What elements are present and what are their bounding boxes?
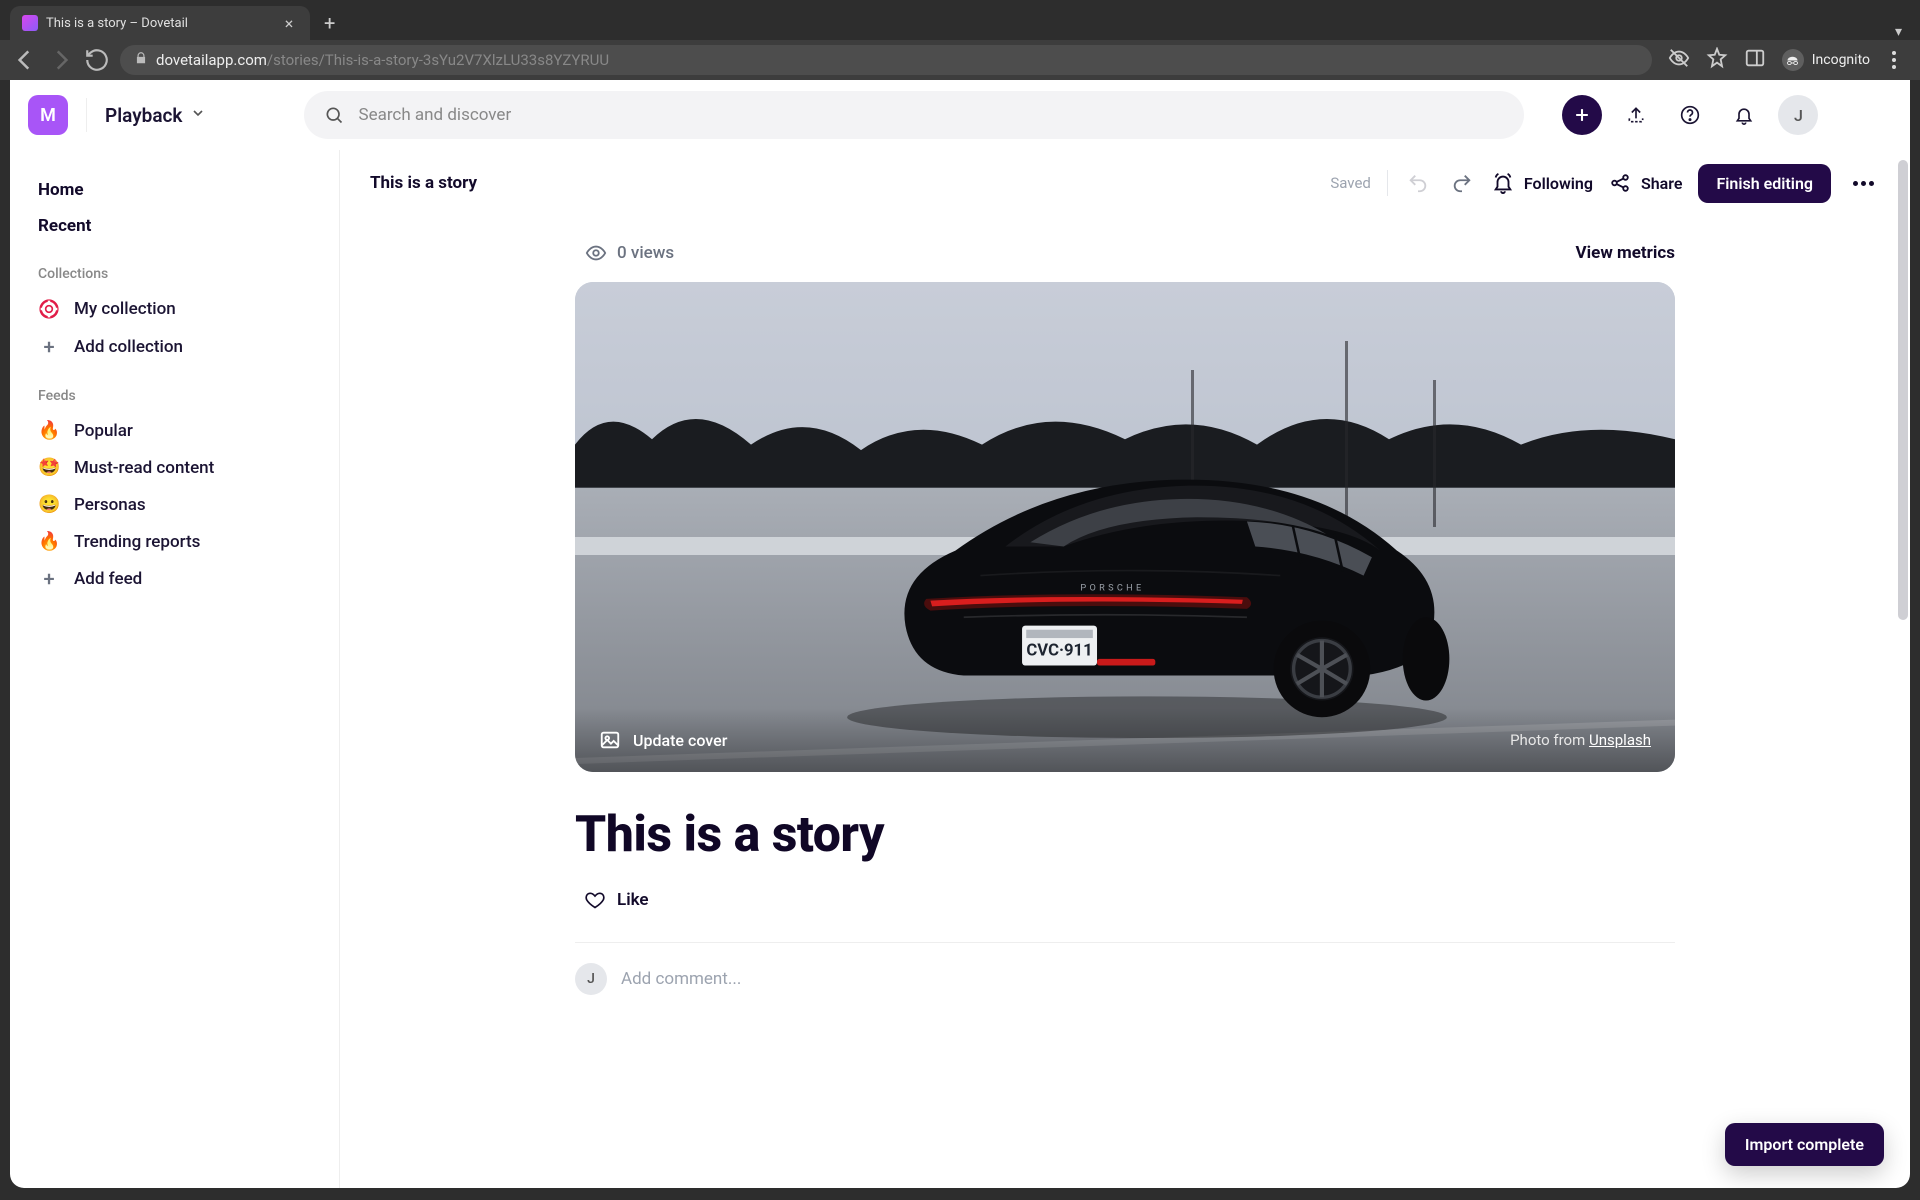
favicon <box>22 15 38 31</box>
update-cover-label: Update cover <box>633 731 727 750</box>
sidebar-item-label: Must-read content <box>74 458 214 478</box>
scrollbar[interactable] <box>1898 160 1908 620</box>
redo-button[interactable] <box>1448 172 1476 194</box>
tabs-dropdown-icon[interactable]: ▾ <box>1877 24 1920 40</box>
plus-icon: + <box>38 568 60 590</box>
plus-icon: + <box>38 336 60 358</box>
sidebar-item-label: Add collection <box>74 337 183 357</box>
sidebar-section-collections: Collections <box>10 244 339 290</box>
grin-icon: 😀 <box>38 494 60 515</box>
notifications-button[interactable] <box>1724 95 1764 135</box>
workspace-avatar[interactable]: M <box>28 95 68 135</box>
photo-credit: Photo from Unsplash <box>1510 731 1651 749</box>
sidebar-section-feeds: Feeds <box>10 366 339 412</box>
flame-icon: 🔥 <box>38 420 60 441</box>
sidebar-item-label: Popular <box>74 421 133 441</box>
image-icon <box>599 729 621 751</box>
sidebar-add-feed[interactable]: + Add feed <box>10 560 339 598</box>
views-count: 0 views <box>617 243 674 263</box>
sidebar: Home Recent Collections My collection + … <box>10 150 340 1188</box>
following-button[interactable]: Following <box>1492 172 1593 194</box>
share-icon <box>1609 172 1631 194</box>
upload-button[interactable] <box>1616 95 1656 135</box>
sidebar-feed-must-read[interactable]: 🤩 Must-read content <box>10 449 339 486</box>
sidebar-feed-trending[interactable]: 🔥 Trending reports <box>10 523 339 560</box>
car-illustration: CVC·911 PORSCHE <box>751 409 1543 742</box>
following-label: Following <box>1524 174 1593 193</box>
sidebar-item-label: My collection <box>74 299 176 319</box>
like-label: Like <box>617 890 649 910</box>
comment-input[interactable] <box>621 969 1675 989</box>
lock-icon <box>134 51 148 69</box>
sidebar-item-recent[interactable]: Recent <box>10 208 339 244</box>
incognito-icon <box>1782 49 1804 71</box>
sidebar-feed-popular[interactable]: 🔥 Popular <box>10 412 339 449</box>
chevron-down-icon <box>190 105 206 125</box>
bookmark-star-icon[interactable] <box>1706 47 1728 73</box>
browser-tab[interactable]: This is a story – Dovetail × <box>10 6 310 40</box>
finish-editing-button[interactable]: Finish editing <box>1698 164 1831 203</box>
url-host: dovetailapp.com <box>156 51 267 69</box>
view-metrics-button[interactable]: View metrics <box>1576 243 1675 263</box>
incognito-badge: Incognito <box>1782 49 1870 71</box>
saved-status: Saved <box>1330 174 1371 192</box>
sidebar-item-label: Trending reports <box>74 532 200 552</box>
comment-avatar: J <box>575 963 607 995</box>
sidebar-item-label: Recent <box>38 216 91 236</box>
workspace-name: Playback <box>105 104 182 127</box>
sidebar-item-label: Home <box>38 180 84 200</box>
address-bar[interactable]: dovetailapp.com/stories/This-is-a-story-… <box>120 45 1652 75</box>
help-button[interactable] <box>1670 95 1710 135</box>
forward-button[interactable] <box>48 47 74 73</box>
more-menu-icon[interactable] <box>1847 181 1880 186</box>
sidebar-item-label: Personas <box>74 495 146 515</box>
undo-button[interactable] <box>1404 172 1432 194</box>
sidebar-feed-personas[interactable]: 😀 Personas <box>10 486 339 523</box>
search-input[interactable] <box>358 105 1504 125</box>
love-face-icon: 🤩 <box>38 457 60 478</box>
sidebar-item-home[interactable]: Home <box>10 172 339 208</box>
tab-title: This is a story – Dovetail <box>46 16 272 31</box>
workspace-switcher[interactable]: Playback <box>105 104 206 127</box>
share-button[interactable]: Share <box>1609 172 1683 194</box>
svg-text:CVC·911: CVC·911 <box>1026 642 1092 661</box>
sidebar-item-label: Add feed <box>74 569 142 589</box>
sidebar-add-collection[interactable]: + Add collection <box>10 328 339 366</box>
divider <box>86 98 87 132</box>
toast-import-complete: Import complete <box>1725 1123 1884 1166</box>
eye-blocked-icon[interactable] <box>1668 47 1690 73</box>
doc-toolbar: This is a story Saved Following Share <box>340 150 1910 202</box>
update-cover-button[interactable]: Update cover <box>599 729 727 751</box>
heart-icon <box>585 890 605 910</box>
url-path: /stories/This-is-a-story-3sYu2V7XlzLU33s… <box>267 51 609 69</box>
browser-menu-icon[interactable] <box>1886 51 1902 69</box>
sidebar-item-my-collection[interactable]: My collection <box>10 290 339 328</box>
close-tab-icon[interactable]: × <box>280 14 298 33</box>
search-box[interactable] <box>304 91 1524 139</box>
side-panel-icon[interactable] <box>1744 47 1766 73</box>
lifebuoy-icon <box>38 298 60 320</box>
fire-icon: 🔥 <box>38 531 60 552</box>
incognito-label: Incognito <box>1812 52 1870 68</box>
eye-icon <box>585 242 607 264</box>
user-avatar[interactable]: J <box>1778 95 1818 135</box>
back-button[interactable] <box>12 47 38 73</box>
new-tab-button[interactable]: + <box>310 6 349 40</box>
photo-credit-link[interactable]: Unsplash <box>1589 731 1651 749</box>
story-title[interactable]: This is a story <box>575 806 1675 864</box>
cover-image: CVC·911 PORSCHE <box>575 282 1675 772</box>
share-label: Share <box>1641 174 1683 193</box>
search-icon <box>324 105 344 125</box>
reload-button[interactable] <box>84 47 110 73</box>
create-button[interactable] <box>1562 95 1602 135</box>
views-chip: 0 views <box>575 242 674 264</box>
svg-text:PORSCHE: PORSCHE <box>1080 584 1144 594</box>
doc-title[interactable]: This is a story <box>370 173 477 193</box>
divider <box>1387 170 1388 196</box>
like-button[interactable]: Like <box>575 884 1675 916</box>
bell-active-icon <box>1492 172 1514 194</box>
